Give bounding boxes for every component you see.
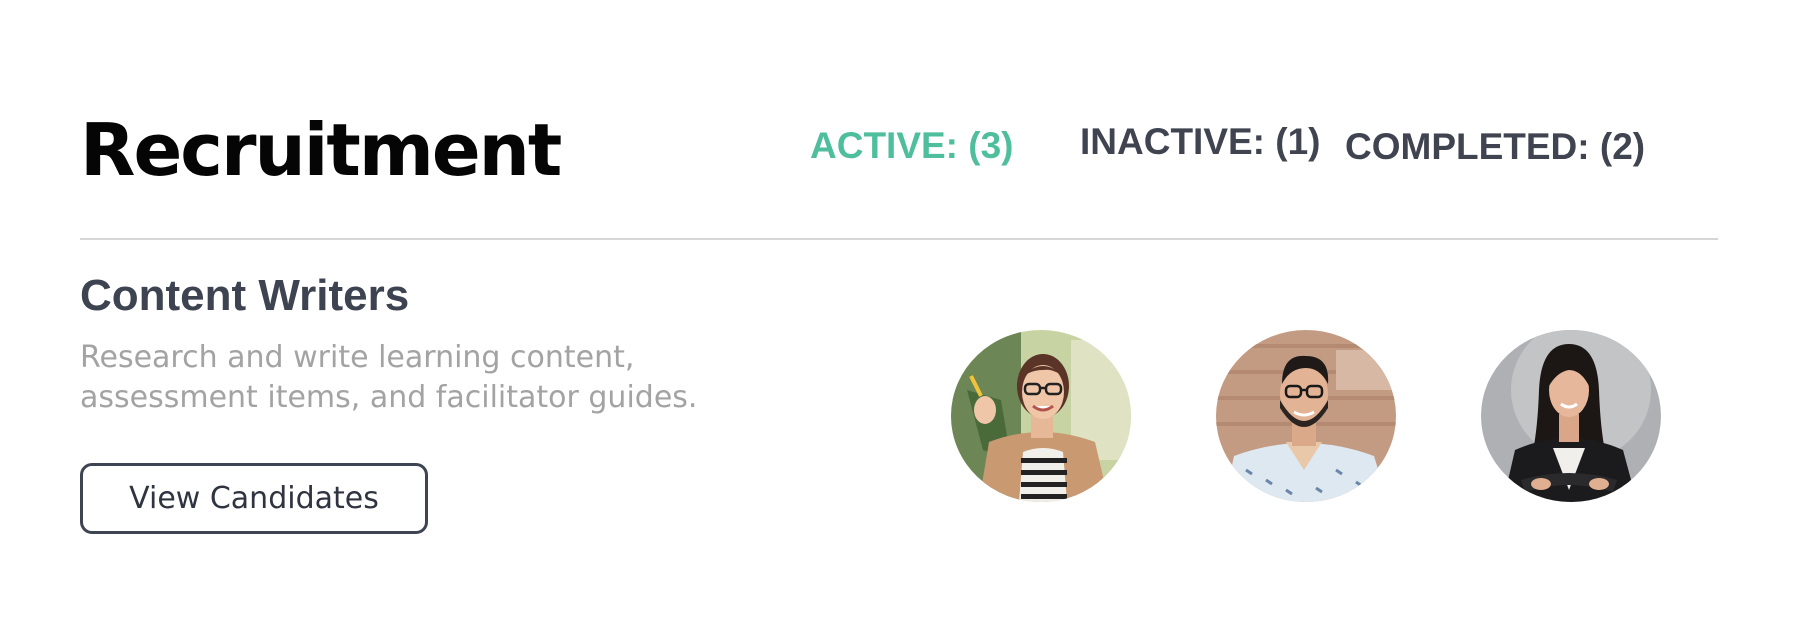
view-candidates-button[interactable]: View Candidates — [80, 463, 428, 534]
candidate-avatar-1[interactable] — [951, 330, 1131, 502]
woman-with-glasses-photo — [951, 330, 1131, 502]
candidate-avatar-2[interactable] — [1216, 330, 1396, 502]
job-description: Research and write learning content, ass… — [80, 340, 698, 415]
tab-completed[interactable]: COMPLETED: (2) — [1345, 124, 1645, 170]
header-divider — [80, 238, 1718, 240]
tab-active[interactable]: ACTIVE: (3) — [810, 123, 1014, 169]
page-title: Recruitment — [80, 108, 562, 192]
candidate-avatar-3[interactable] — [1481, 330, 1661, 502]
man-with-beard-photo — [1216, 330, 1396, 502]
job-title: Content Writers — [80, 271, 410, 320]
tab-inactive[interactable]: INACTIVE: (1) — [1080, 119, 1321, 165]
woman-in-blazer-photo — [1481, 330, 1661, 502]
